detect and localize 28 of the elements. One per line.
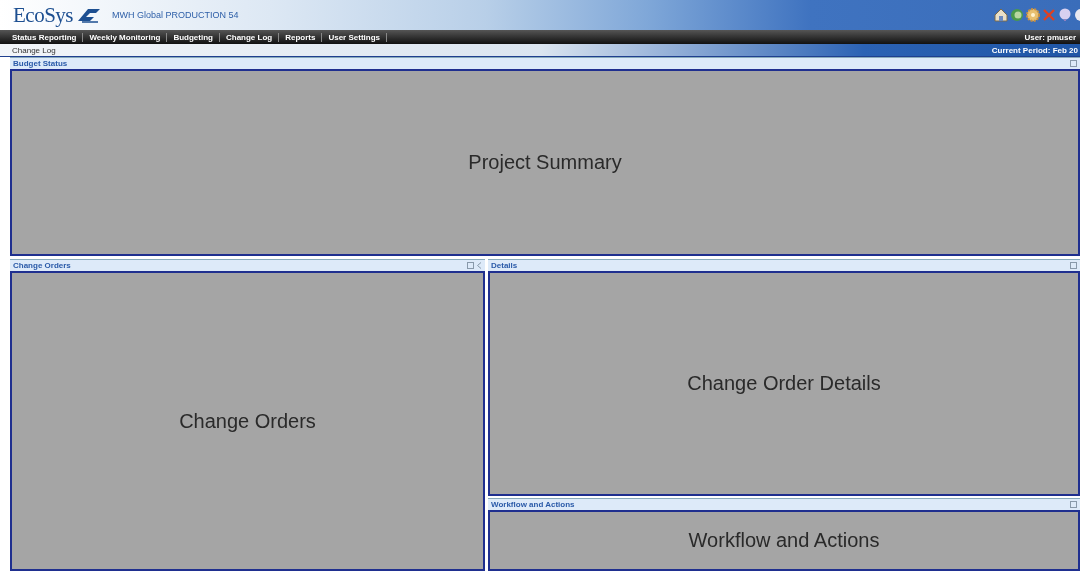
panel-placeholder-text: Change Order Details bbox=[687, 372, 881, 395]
menu-item[interactable]: Status Reporting bbox=[0, 32, 84, 42]
current-period: Current Period: Feb 20 bbox=[991, 45, 1079, 55]
breadcrumb: Change Log bbox=[12, 45, 56, 55]
panel-title: Workflow and Actions bbox=[491, 500, 575, 509]
environment-label: MWH Global PRODUCTION 54 bbox=[112, 10, 239, 20]
panel-title: Details bbox=[491, 261, 518, 270]
logo: EcoSys bbox=[13, 2, 73, 28]
home-icon[interactable] bbox=[994, 8, 1008, 22]
panel-title: Budget Status bbox=[13, 59, 68, 68]
panel-placeholder-text: Workflow and Actions bbox=[688, 529, 880, 552]
panel-title: Change Orders bbox=[13, 261, 71, 270]
logo-icon bbox=[76, 7, 102, 23]
panel-placeholder-text: Project Summary bbox=[468, 151, 622, 174]
collapse-icon[interactable] bbox=[476, 262, 482, 269]
globe-icon[interactable] bbox=[1010, 8, 1024, 22]
user-label: User: pmuser bbox=[1024, 32, 1077, 42]
maximize-icon[interactable] bbox=[1070, 262, 1077, 269]
panel-placeholder-text: Change Orders bbox=[179, 409, 316, 433]
menu-item[interactable]: User Settings bbox=[322, 32, 387, 42]
settings-icon[interactable] bbox=[1026, 8, 1040, 22]
menu-item[interactable]: Weekly Monitoring bbox=[83, 32, 168, 42]
menu-item[interactable]: Change Log bbox=[219, 32, 280, 42]
menu-item[interactable]: Budgeting bbox=[167, 32, 220, 42]
menu-item[interactable]: Reports bbox=[279, 32, 323, 42]
maximize-icon[interactable] bbox=[1070, 501, 1077, 508]
maximize-icon[interactable] bbox=[1070, 60, 1077, 67]
maximize-icon[interactable] bbox=[467, 262, 474, 269]
